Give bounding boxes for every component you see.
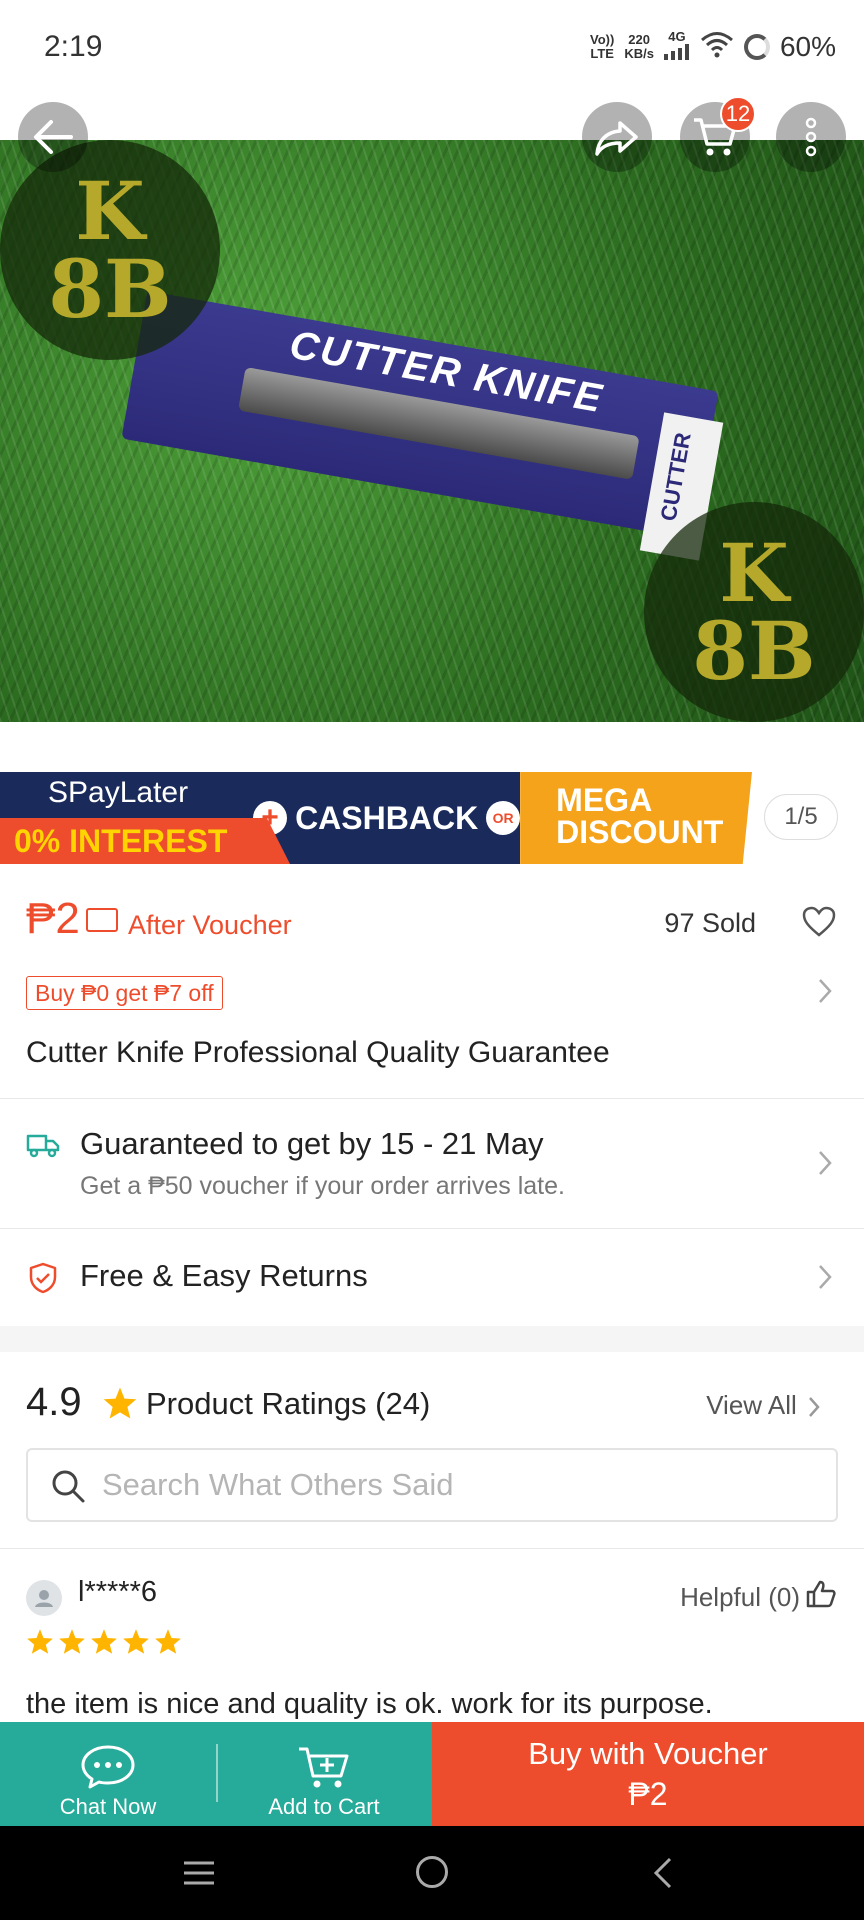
product-package: CUTTER KNIFE CUTTER <box>121 290 724 561</box>
star-icon <box>155 1629 181 1654</box>
product-title: Cutter Knife Professional Quality Guaran… <box>26 1036 610 1069</box>
avatar <box>26 1580 62 1616</box>
image-page-indicator: 1/5 <box>764 794 838 840</box>
review-stars <box>26 1628 182 1655</box>
battery-icon <box>743 33 770 60</box>
status-bar: 2:19 Vo)) LTE 220 KB/s 4G 60% <box>0 0 864 100</box>
add-cart-icon <box>299 1747 349 1788</box>
action-bar: Chat Now Add to Cart Buy with Voucher ₱2 <box>0 1722 864 1826</box>
cart-button[interactable]: 12 <box>680 96 756 172</box>
chevron-right-icon <box>809 1397 820 1417</box>
star-icon <box>103 1387 137 1419</box>
review-search-box[interactable] <box>26 1448 838 1522</box>
more-vertical-icon <box>805 117 817 157</box>
review-text: the item is nice and quality is ok. work… <box>26 1688 713 1720</box>
star-icon <box>91 1629 117 1654</box>
mega-discount-section: MEGA DISCOUNT <box>520 772 752 864</box>
truck-icon <box>26 1134 60 1158</box>
heart-icon[interactable] <box>802 906 836 938</box>
section-divider <box>0 1326 864 1352</box>
recent-apps-icon[interactable] <box>182 1860 216 1886</box>
status-time: 2:19 <box>44 30 103 63</box>
buy-price: ₱2 <box>628 1775 668 1812</box>
divider <box>0 1098 864 1099</box>
arrow-left-icon <box>34 120 73 154</box>
shipping-guarantee: Guaranteed to get by 15 - 21 May <box>80 1126 544 1161</box>
watermark-logo: K 8B <box>0 140 220 360</box>
buy-with-voucher-button[interactable]: Buy with Voucher ₱2 <box>432 1722 864 1826</box>
more-options-button[interactable] <box>776 102 846 172</box>
spaylater-section: SPayLater 0% INTEREST <box>0 772 290 864</box>
share-button[interactable] <box>582 102 652 172</box>
system-nav-bar <box>0 1826 864 1920</box>
search-icon <box>52 1470 85 1503</box>
star-icon <box>27 1629 53 1654</box>
chevron-right-icon <box>819 1265 832 1289</box>
or-badge: OR <box>486 801 521 835</box>
sold-count: 97 Sold <box>664 908 756 938</box>
star-icon <box>59 1629 85 1654</box>
star-icon <box>123 1629 149 1654</box>
add-to-cart-label: Add to Cart <box>268 1794 380 1819</box>
helpful-button[interactable]: Helpful (0) <box>680 1582 800 1613</box>
cashback-section: + CASHBACK OR <box>247 772 521 864</box>
voucher-icon <box>86 908 118 932</box>
divider <box>0 1548 864 1549</box>
watermark-logo: K 8B <box>644 502 864 722</box>
product-image[interactable]: CUTTER KNIFE CUTTER K 8B K 8B <box>0 140 864 722</box>
chat-now-button[interactable]: Chat Now <box>0 1722 216 1826</box>
shield-check-icon <box>29 1262 57 1294</box>
system-back-icon[interactable] <box>652 1856 674 1890</box>
reviewer-name: l*****6 <box>78 1576 157 1608</box>
thumbs-up-icon[interactable] <box>806 1580 836 1608</box>
view-all-link[interactable]: View All <box>706 1390 820 1421</box>
wifi-icon <box>700 30 734 63</box>
signal-icon: 4G <box>663 30 690 63</box>
volte-indicator: Vo)) LTE <box>590 31 615 61</box>
shipping-voucher-note: Get a ₱50 voucher if your order arrives … <box>80 1172 565 1200</box>
promo-banner[interactable]: SPayLater 0% INTEREST + CASHBACK OR MEGA… <box>0 772 752 864</box>
review-search-input[interactable] <box>102 1450 822 1520</box>
price: ₱2 <box>26 894 80 943</box>
chat-now-label: Chat Now <box>59 1794 157 1819</box>
after-voucher-label: After Voucher <box>128 910 292 940</box>
network-speed: 220 KB/s <box>624 31 654 61</box>
rating-score: 4.9 <box>26 1380 82 1424</box>
user-icon <box>35 1590 53 1607</box>
promo-tag[interactable]: Buy ₱0 get ₱7 off <box>26 976 223 1010</box>
buy-label: Buy with Voucher <box>528 1735 768 1771</box>
home-icon[interactable] <box>416 1856 448 1888</box>
back-button[interactable] <box>18 102 88 172</box>
chevron-right-icon <box>819 1151 832 1175</box>
add-to-cart-button[interactable]: Add to Cart <box>216 1722 432 1826</box>
cart-count-badge: 12 <box>720 96 756 132</box>
status-icons: Vo)) LTE 220 KB/s 4G 60% <box>590 30 836 63</box>
chevron-right-icon[interactable] <box>818 978 832 1004</box>
ratings-title: Product Ratings (24) <box>146 1386 431 1421</box>
share-icon <box>595 121 638 156</box>
returns-label: Free & Easy Returns <box>80 1258 368 1293</box>
battery-level: 60% <box>779 30 836 62</box>
divider <box>0 1228 864 1229</box>
chat-icon <box>81 1745 135 1789</box>
